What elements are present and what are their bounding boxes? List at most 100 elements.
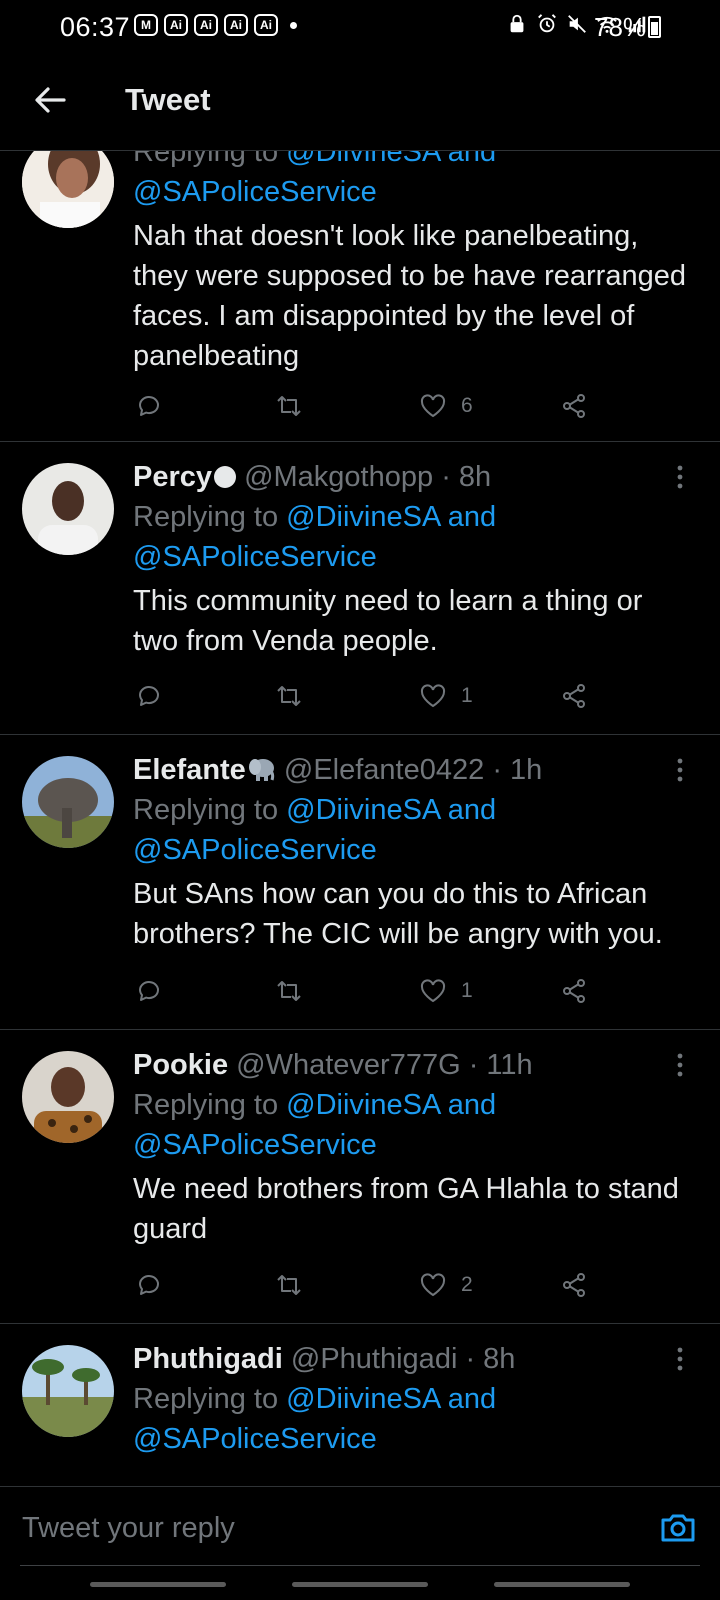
system-nav-bar — [0, 1566, 720, 1600]
reply-context-line-2: @SAPoliceService — [133, 830, 692, 870]
notification-icon: Ai — [164, 14, 188, 36]
like-count: 1 — [461, 979, 473, 1002]
status-bar: 06:37 M Ai Ai Ai Ai 78% — [0, 0, 720, 54]
handle-and-time: @Whatever777G · 11h — [236, 1049, 533, 1081]
retweet-button[interactable] — [275, 391, 303, 421]
share-button[interactable] — [561, 1270, 589, 1300]
tweet-content: Percy @Makgothopp · 8h Replying to @Diiv… — [133, 457, 692, 661]
heart-icon — [420, 684, 446, 708]
reply-context: Replying to @DiivineSA and — [133, 794, 497, 826]
tweet-item[interactable]: Elefante @Elefante0422 · 1h Replying to … — [0, 734, 720, 1030]
retweet-icon — [277, 981, 301, 1001]
tweet-feed[interactable]: Replying to @DiivineSA and @SAPoliceServ… — [0, 150, 720, 1486]
like-count: 6 — [461, 394, 473, 417]
heart-icon — [420, 394, 446, 418]
mention-link[interactable]: @SAPoliceService — [133, 1129, 377, 1161]
reply-context-line-2: @SAPoliceService — [133, 537, 692, 577]
avatar[interactable] — [22, 1345, 114, 1437]
avatar[interactable] — [22, 150, 114, 228]
display-name[interactable]: Elefante — [133, 754, 246, 786]
reply-context: Replying to @DiivineSA and — [133, 150, 692, 172]
tweet-meta: Pookie @Whatever777G · 11h — [133, 1045, 692, 1085]
reply-context-line-2: @SAPoliceService — [133, 172, 692, 212]
tweet-item[interactable]: Percy @Makgothopp · 8h Replying to @Diiv… — [0, 441, 720, 735]
tweet-item[interactable]: Replying to @DiivineSA and @SAPoliceServ… — [0, 150, 720, 442]
mute-icon — [568, 15, 586, 33]
mention-link[interactable]: @SAPoliceService — [133, 1423, 377, 1455]
like-button[interactable]: 6 — [419, 391, 473, 421]
retweet-icon — [277, 396, 301, 416]
reply-context: Replying to @DiivineSA and — [133, 501, 497, 533]
share-icon — [563, 394, 585, 418]
mention-link[interactable]: @SAPoliceService — [133, 834, 377, 866]
retweet-button[interactable] — [275, 976, 303, 1006]
heart-icon — [420, 979, 446, 1003]
mention-link[interactable]: @SAPoliceService — [133, 176, 377, 208]
reply-input[interactable] — [20, 1505, 624, 1551]
reply-button[interactable] — [135, 681, 163, 711]
tweet-item[interactable]: Phuthigadi @Phuthigadi · 8h Replying to … — [0, 1323, 720, 1486]
reply-context-line-2: @SAPoliceService — [133, 1125, 692, 1165]
display-name[interactable]: Percy — [133, 461, 212, 493]
avatar[interactable] — [22, 463, 114, 555]
tweet-meta: Phuthigadi @Phuthigadi · 8h — [133, 1339, 692, 1379]
mention-link[interactable]: @DiivineSA and — [286, 1089, 496, 1121]
notification-icon: Ai — [224, 14, 248, 36]
tweet-item[interactable]: Pookie @Whatever777G · 11h Replying to @… — [0, 1029, 720, 1324]
lock-icon — [510, 14, 524, 33]
mention-link[interactable]: @DiivineSA and — [286, 501, 496, 533]
reply-context: Replying to @DiivineSA and — [133, 1383, 497, 1415]
app-header: Tweet — [0, 54, 720, 151]
mention-link[interactable]: @DiivineSA and — [286, 150, 496, 168]
handle-and-time: @Makgothopp · 8h — [244, 461, 492, 493]
handle-and-time: @Phuthigadi · 8h — [290, 1343, 516, 1375]
tweet-actions: 2 — [135, 1270, 605, 1300]
battery-icon — [648, 16, 661, 38]
share-button[interactable] — [561, 391, 589, 421]
like-button[interactable]: 1 — [419, 976, 473, 1006]
tweet-text: We need brothers from GA Hlahla to stand… — [133, 1173, 679, 1245]
nav-back-handle[interactable] — [494, 1582, 630, 1587]
reply-icon — [139, 1275, 159, 1295]
tweet-content: Pookie @Whatever777G · 11h Replying to @… — [133, 1045, 692, 1249]
more-notifications-dot — [290, 21, 297, 29]
reply-composer — [0, 1486, 720, 1567]
tweet-text: But SAns how can you do this to African … — [133, 878, 663, 950]
share-button[interactable] — [561, 681, 589, 711]
tweet-text: This community need to learn a thing or … — [133, 585, 643, 657]
display-name[interactable]: Phuthigadi — [133, 1343, 283, 1375]
retweet-button[interactable] — [275, 1270, 303, 1300]
retweet-button[interactable] — [275, 681, 303, 711]
avatar[interactable] — [22, 756, 114, 848]
tweet-meta: Percy @Makgothopp · 8h — [133, 457, 692, 497]
notification-icon: Ai — [254, 14, 278, 36]
mention-link[interactable]: @DiivineSA and — [286, 794, 496, 826]
share-icon — [563, 1273, 585, 1297]
nav-recents-handle[interactable] — [90, 1582, 226, 1587]
share-button[interactable] — [561, 976, 589, 1006]
reply-icon — [139, 686, 159, 706]
tweet-actions: 1 — [135, 976, 605, 1006]
camera-icon[interactable] — [658, 1507, 698, 1547]
back-arrow-icon[interactable] — [30, 80, 70, 120]
like-button[interactable]: 2 — [419, 1270, 473, 1300]
tweet-content: Elefante @Elefante0422 · 1h Replying to … — [133, 750, 692, 954]
mention-link[interactable]: @SAPoliceService — [133, 541, 377, 573]
like-button[interactable]: 1 — [419, 681, 473, 711]
alarm-icon — [538, 14, 556, 33]
like-count: 1 — [461, 684, 473, 707]
tweet-meta: Elefante @Elefante0422 · 1h — [133, 750, 692, 790]
nav-home-handle[interactable] — [292, 1582, 428, 1587]
elephant-emoji-icon — [246, 753, 276, 781]
reply-button[interactable] — [135, 1270, 163, 1300]
share-icon — [563, 979, 585, 1003]
notification-icons: M Ai Ai Ai Ai — [134, 14, 297, 36]
tweet-content: Replying to @DiivineSA and @SAPoliceServ… — [133, 150, 692, 376]
reply-button[interactable] — [135, 976, 163, 1006]
reply-button[interactable] — [135, 391, 163, 421]
reply-icon — [139, 981, 159, 1001]
display-name[interactable]: Pookie — [133, 1049, 228, 1081]
reply-icon — [139, 396, 159, 416]
mention-link[interactable]: @DiivineSA and — [286, 1383, 496, 1415]
avatar[interactable] — [22, 1051, 114, 1143]
